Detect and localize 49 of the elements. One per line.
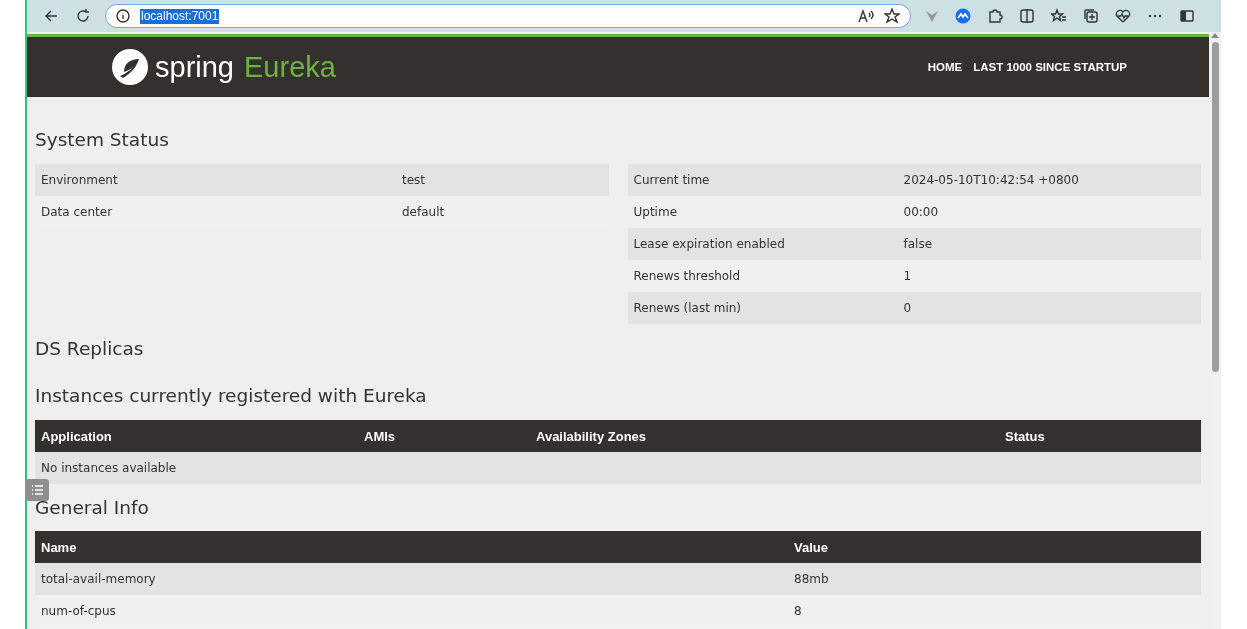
column-header: Application [40,428,113,444]
table-cell-text: 88mb [793,572,829,586]
section-heading: General Info [35,496,149,518]
section-heading: System Status [35,128,169,150]
collections-icon[interactable] [1083,8,1099,24]
extension-icon[interactable] [955,8,971,24]
scrollbar-thumb[interactable] [1211,42,1219,372]
column-header: Availability Zones [535,428,648,444]
refresh-icon[interactable] [75,8,91,24]
sidebar-icon[interactable] [1179,8,1195,24]
table-cell-text: Lease expiration enabled [632,237,786,251]
address-bar[interactable]: localhost:7001 [105,4,911,28]
column-header: Value [793,539,828,555]
table-cell-text: Renews threshold [632,269,742,283]
puzzle-icon[interactable] [987,8,1003,24]
table-cell-text: num-of-cpus [40,604,117,618]
star-icon[interactable] [884,8,900,24]
table-cell-text: total-avail-memory [40,572,157,586]
table-cell-text: Environment [40,173,119,187]
table-cell-text: No instances available [40,461,177,475]
table-cell-text: Uptime [632,205,678,219]
split-screen-icon[interactable] [1019,8,1035,24]
section-heading: DS Replicas [35,337,144,359]
section-heading: Instances currently registered with Eureka [35,384,427,406]
heart-pulse-icon[interactable] [1115,8,1131,24]
column-header: Name [40,539,78,555]
table-cell-text: Current time [632,173,711,187]
table-cell-text: 8 [793,604,802,618]
leaf-logo-icon [111,48,149,86]
back-icon[interactable] [43,8,59,24]
brand-name: spring [155,50,234,84]
nav-link[interactable]: LAST 1000 SINCE STARTUP [973,61,1127,73]
table-cell-text: Data center [40,205,114,219]
table-cell-text: default [401,205,445,219]
column-header: AMIs [363,428,397,444]
table-cell-text: Renews (last min) [632,301,742,315]
table-cell-text: 0 [902,301,912,315]
table-cell-text: 2024-05-10T10:42:54 +0800 [902,173,1079,187]
table-cell-text: false [902,237,933,251]
table-cell-text: test [401,173,426,187]
read-aloud-icon[interactable] [858,9,874,23]
nav-link[interactable]: HOME [927,61,963,73]
product-name: Eureka [244,50,336,84]
table-cell-text: 00:00 [902,205,939,219]
url-text: localhost:7001 [140,8,220,24]
favorites-icon[interactable] [1051,8,1067,24]
column-header: Status [1004,428,1045,444]
info-icon [116,9,130,23]
table-cell-text: 1 [902,269,912,283]
